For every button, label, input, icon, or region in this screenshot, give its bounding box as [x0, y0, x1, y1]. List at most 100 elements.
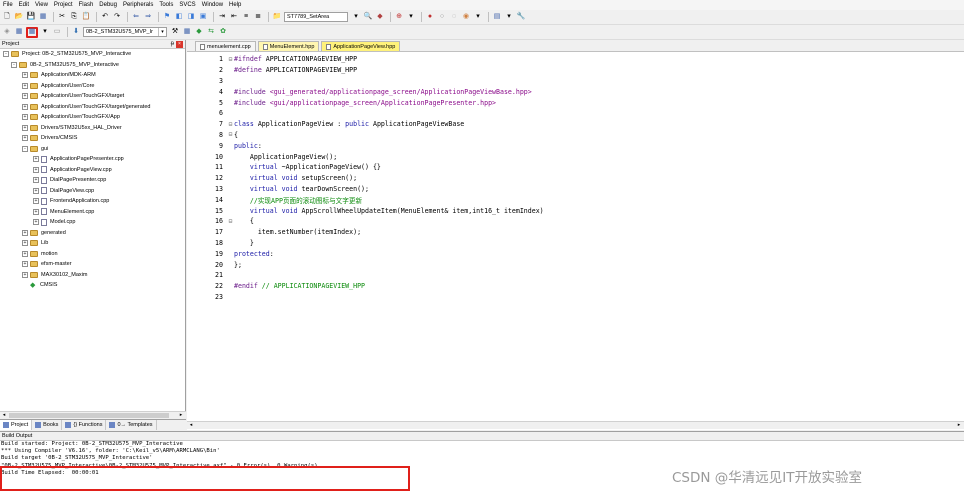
menu-peripherals[interactable]: Peripherals — [123, 0, 153, 10]
tree-group[interactable]: + generated — [0, 228, 186, 239]
nav-back-icon[interactable]: ⇐ — [131, 12, 141, 22]
target-select[interactable]: 0B-2_STM32U575_MVP_Ir ▾ — [83, 27, 167, 37]
new-file-icon[interactable]: 🗋 — [2, 12, 12, 22]
expand-icon[interactable]: + — [22, 250, 28, 257]
debug-start-icon[interactable]: ⊕ — [394, 12, 404, 22]
tree-group[interactable]: + Drivers/STM32U5xx_HAL_Driver — [0, 123, 186, 134]
find-icon[interactable]: 🔍 — [363, 12, 373, 22]
tree-file[interactable]: + Model.cpp — [0, 217, 186, 228]
incremental-find-icon[interactable]: ◆ — [375, 12, 385, 22]
expand-icon[interactable]: + — [33, 177, 39, 184]
find-in-files-icon[interactable]: 📁 — [272, 12, 282, 22]
editor-tab[interactable]: menuelement.cpp — [195, 41, 256, 51]
batch-build-icon[interactable]: ▾ — [40, 27, 50, 37]
expand-icon[interactable]: + — [22, 114, 28, 121]
translate-icon[interactable]: ◈ — [2, 27, 12, 37]
tree-file[interactable]: + ApplicationPagePresenter.cpp — [0, 154, 186, 165]
window-dropdown-icon[interactable]: ▾ — [504, 12, 514, 22]
fold-toggle[interactable]: ⊟ — [227, 131, 234, 138]
expand-icon[interactable]: + — [22, 240, 28, 247]
expand-icon[interactable]: + — [33, 219, 39, 226]
menu-file[interactable]: File — [3, 0, 13, 10]
expand-icon[interactable]: + — [33, 208, 39, 215]
pane-tab[interactable]: {} Functions — [62, 420, 107, 430]
fold-toggle[interactable]: ⊟ — [227, 56, 234, 63]
find-combo[interactable]: ST7789_SetArea — [284, 12, 348, 22]
pane-tab[interactable]: Books — [32, 420, 63, 430]
editor-tab[interactable]: MenuElement.hpp — [257, 41, 320, 51]
menu-project[interactable]: Project — [54, 0, 73, 10]
tree-group[interactable]: + Application/User/Core — [0, 81, 186, 92]
comment-icon[interactable]: ≡ — [241, 12, 251, 22]
fold-toggle[interactable]: ⊟ — [227, 121, 234, 128]
menu-tools[interactable]: Tools — [159, 0, 173, 10]
tree-group[interactable]: + Application/User/TouchGFX/target — [0, 91, 186, 102]
project-horizontal-scrollbar[interactable]: ◂ ▸ — [0, 411, 186, 419]
target-options-icon[interactable]: ⚒ — [170, 27, 180, 37]
tree-group[interactable]: + efsm-master — [0, 259, 186, 270]
tree-target[interactable]: - 0B-2_STM32U575_MVP_Interactive — [0, 60, 186, 71]
menu-flash[interactable]: Flash — [79, 0, 94, 10]
tree-file[interactable]: + MenuElement.cpp — [0, 207, 186, 218]
scroll-left-icon[interactable]: ◂ — [0, 412, 8, 419]
cut-icon[interactable]: ✂ — [57, 12, 67, 22]
indent-icon[interactable]: ⇥ — [217, 12, 227, 22]
save-all-icon[interactable]: ▦ — [38, 12, 48, 22]
paste-icon[interactable]: 📋 — [81, 12, 91, 22]
download-icon[interactable]: ⬇ — [71, 27, 81, 37]
fold-toggle[interactable]: ⊟ — [227, 218, 234, 225]
nav-forward-icon[interactable]: ⇒ — [143, 12, 153, 22]
expand-icon[interactable]: + — [22, 103, 28, 110]
configure-icon[interactable]: 🔧 — [516, 12, 526, 22]
expand-icon[interactable]: + — [22, 82, 28, 89]
tree-group[interactable]: + Drivers/CMSIS — [0, 133, 186, 144]
tree-group[interactable]: + Application/User/TouchGFX/target/genera… — [0, 102, 186, 113]
redo-icon[interactable]: ↷ — [112, 12, 122, 22]
copy-icon[interactable]: ⎘ — [69, 12, 79, 22]
scroll-right-icon[interactable]: ▸ — [177, 412, 185, 419]
tree-group[interactable]: + MAX30102_Maxim — [0, 270, 186, 281]
chevron-down-icon[interactable]: ▾ — [158, 28, 166, 36]
expand-icon[interactable]: + — [22, 261, 28, 268]
open-folder-icon[interactable]: 📂 — [14, 12, 24, 22]
pack-installer-icon[interactable]: ◆ — [194, 27, 204, 37]
menu-view[interactable]: View — [35, 0, 48, 10]
build-icon[interactable]: ▦ — [14, 27, 24, 37]
tree-group[interactable]: + Application/MDK-ARM — [0, 70, 186, 81]
scroll-left-icon[interactable]: ◂ — [187, 422, 195, 429]
expand-icon[interactable]: + — [22, 72, 28, 79]
manage-components-icon[interactable]: ▦ — [182, 27, 192, 37]
save-icon[interactable]: 💾 — [26, 12, 36, 22]
options-dropdown-icon[interactable]: ▾ — [473, 12, 483, 22]
bookmark-icon[interactable]: ⚑ — [162, 12, 172, 22]
menu-svcs[interactable]: SVCS — [179, 0, 195, 10]
bookmark-prev-icon[interactable]: ◧ — [174, 12, 184, 22]
close-icon[interactable]: × — [176, 40, 183, 48]
menu-help[interactable]: Help — [229, 0, 241, 10]
menu-edit[interactable]: Edit — [19, 0, 29, 10]
scroll-right-icon[interactable]: ▸ — [955, 422, 963, 429]
scroll-thumb[interactable] — [9, 413, 169, 418]
expand-icon[interactable]: + — [22, 93, 28, 100]
window-layout-icon[interactable]: ▤ — [492, 12, 502, 22]
tree-file[interactable]: + DialPageView.cpp — [0, 186, 186, 197]
expand-icon[interactable]: + — [22, 124, 28, 131]
expand-icon[interactable]: + — [33, 187, 39, 194]
rte-icon[interactable]: ✿ — [218, 27, 228, 37]
pane-tab[interactable]: 0→ Templates — [106, 420, 157, 430]
find-combo-dropdown-icon[interactable]: ▾ — [351, 12, 361, 22]
breakpoint-clear-icon[interactable]: ◌ — [449, 12, 459, 22]
tree-project-root[interactable]: - Project: 0B-2_STM32U575_MVP_Interactive — [0, 49, 186, 60]
tree-group[interactable]: + Lib — [0, 238, 186, 249]
tree-file[interactable]: + ApplicationPageView.cpp — [0, 165, 186, 176]
expand-icon[interactable]: + — [22, 271, 28, 278]
breakpoint-kill-icon[interactable]: ◉ — [461, 12, 471, 22]
expand-icon[interactable]: + — [22, 229, 28, 236]
unindent-icon[interactable]: ⇤ — [229, 12, 239, 22]
code-view[interactable]: 1 ⊟ #ifndef APPLICATIONPAGEVIEW_HPP 2 #defin… — [187, 54, 964, 419]
debug-dropdown-icon[interactable]: ▾ — [406, 12, 416, 22]
tree-group[interactable]: + motion — [0, 249, 186, 260]
expand-icon[interactable]: + — [33, 156, 39, 163]
bookmark-next-icon[interactable]: ◨ — [186, 12, 196, 22]
collapse-icon[interactable]: - — [22, 145, 28, 152]
